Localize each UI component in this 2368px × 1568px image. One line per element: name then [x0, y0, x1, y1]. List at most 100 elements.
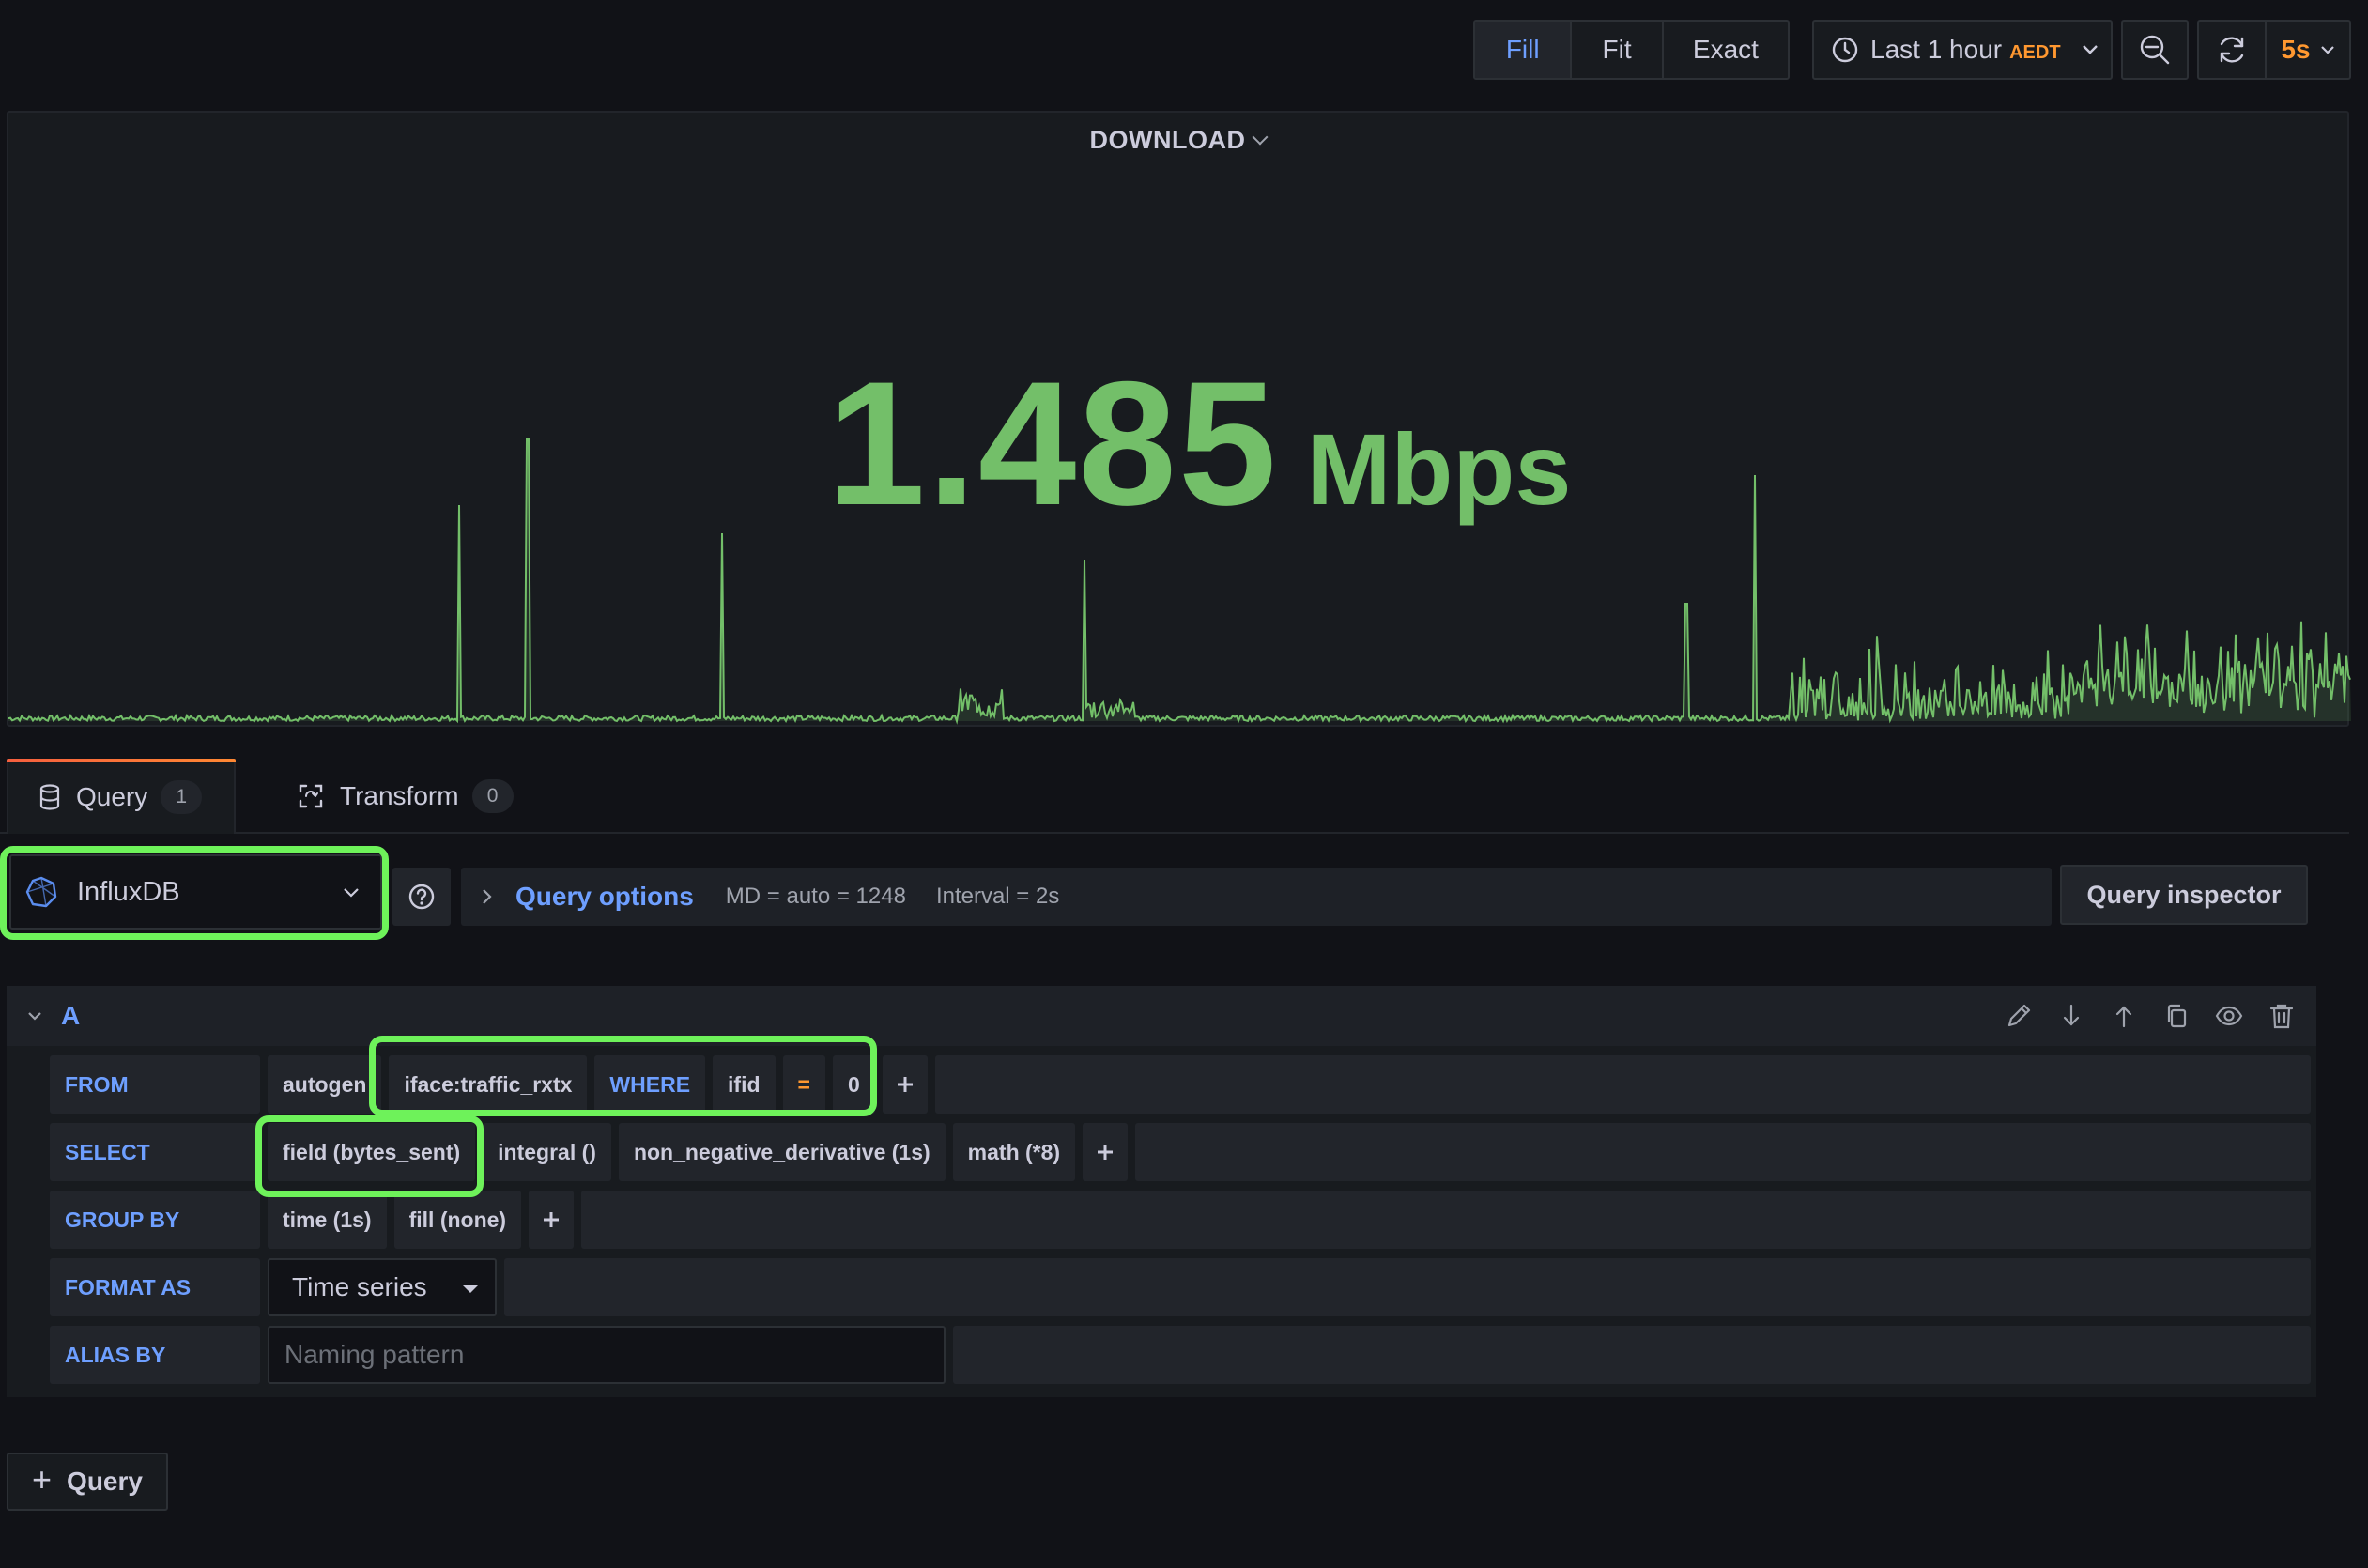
- stat-value: 1.485 Mbps: [827, 355, 1571, 531]
- from-label: FROM: [50, 1055, 260, 1114]
- add-query-button[interactable]: + Query: [7, 1453, 168, 1511]
- delete-query-button[interactable]: [2266, 1000, 2298, 1032]
- alias-by-label: ALIAS BY: [50, 1326, 260, 1384]
- add-query-label: Query: [67, 1467, 143, 1496]
- chevron-down-icon: [2320, 45, 2335, 54]
- dashboard-toolbar: Fill Fit Exact Last 1 hour AEDT 5s: [0, 0, 2368, 103]
- database-icon: [38, 784, 61, 810]
- query-options-title: Query options: [515, 882, 694, 911]
- zoom-out-button[interactable]: [2121, 20, 2189, 80]
- collapse-query-toggle[interactable]: [27, 1011, 42, 1021]
- plus-icon: [1098, 1145, 1114, 1160]
- group-by-time-segment[interactable]: time (1s): [268, 1191, 387, 1249]
- zoom-out-icon: [2139, 34, 2171, 66]
- retention-policy-segment[interactable]: autogen: [268, 1055, 382, 1114]
- select-math-segment[interactable]: math (*8): [952, 1123, 1076, 1181]
- refresh-interval-value: 5s: [2281, 35, 2311, 64]
- group-by-fill-segment[interactable]: fill (none): [393, 1191, 522, 1249]
- refresh-button[interactable]: [2199, 22, 2267, 78]
- fit-button[interactable]: Fit: [1572, 22, 1664, 78]
- format-as-label: FORMAT AS: [50, 1258, 260, 1316]
- datasource-picker[interactable]: InfluxDB: [9, 854, 382, 930]
- stat-panel: DOWNLOAD 1.485 Mbps: [7, 111, 2351, 727]
- stat-number: 1.485: [827, 345, 1279, 542]
- datasource-name: InfluxDB: [77, 876, 180, 907]
- fit-mode-group: Fill Fit Exact: [1473, 20, 1790, 80]
- add-group-by-button[interactable]: [529, 1191, 575, 1249]
- add-select-button[interactable]: [1083, 1123, 1129, 1181]
- format-as-value: Time series: [292, 1272, 427, 1301]
- refresh-icon: [2216, 34, 2248, 66]
- group-by-row-filler: [581, 1191, 2311, 1249]
- move-query-up-button[interactable]: [2108, 1000, 2140, 1032]
- group-by-row: GROUP BY time (1s) fill (none): [50, 1191, 2311, 1249]
- select-field-segment[interactable]: field (bytes_sent): [268, 1123, 476, 1181]
- query-inspector-button[interactable]: Query inspector: [2060, 865, 2308, 925]
- refresh-interval-dropdown[interactable]: 5s: [2267, 35, 2349, 65]
- measurement-segment[interactable]: iface:traffic_rxtx: [389, 1055, 588, 1114]
- chevron-down-icon: [343, 887, 360, 899]
- pencil-icon: [2007, 1004, 2031, 1027]
- format-as-row: FORMAT AS Time series: [50, 1258, 2311, 1316]
- eye-icon: [2215, 1006, 2243, 1026]
- stat-unit: Mbps: [1306, 412, 1572, 526]
- chevron-down-icon: [27, 1011, 42, 1021]
- query-ref-id[interactable]: A: [61, 1001, 80, 1031]
- alias-by-input[interactable]: [268, 1326, 946, 1384]
- select-integral-segment[interactable]: integral (): [483, 1123, 611, 1181]
- trash-icon: [2269, 1004, 2294, 1029]
- plus-icon: [897, 1077, 913, 1092]
- group-by-label: GROUP BY: [50, 1191, 260, 1249]
- plus-icon: [544, 1212, 560, 1227]
- plus-icon: +: [32, 1460, 53, 1499]
- copy-icon: [2167, 1004, 2187, 1028]
- query-editor: FROM autogen iface:traffic_rxtx WHERE if…: [7, 1046, 2316, 1397]
- exact-button[interactable]: Exact: [1664, 22, 1788, 78]
- select-derivative-segment[interactable]: non_negative_derivative (1s): [618, 1123, 946, 1181]
- time-range-picker[interactable]: Last 1 hour AEDT: [1812, 20, 2113, 80]
- query-options-max-data-points: MD = auto = 1248: [725, 884, 906, 909]
- chevron-down-icon: [2082, 44, 2099, 55]
- datasource-help-button[interactable]: [392, 868, 451, 926]
- query-tabs: Query 1 Transform 0: [0, 757, 2349, 834]
- select-row: SELECT field (bytes_sent) integral () no…: [50, 1123, 2311, 1181]
- where-value-segment[interactable]: 0: [832, 1055, 875, 1114]
- clock-icon: [1831, 36, 1859, 64]
- caret-down-icon: [463, 1285, 478, 1293]
- tab-query-label: Query: [76, 782, 148, 811]
- move-query-down-button[interactable]: [2055, 1000, 2087, 1032]
- from-row: FROM autogen iface:traffic_rxtx WHERE if…: [50, 1055, 2311, 1114]
- influxdb-icon: [24, 875, 58, 909]
- question-circle-icon: [407, 883, 436, 911]
- edit-query-button[interactable]: [2003, 1000, 2035, 1032]
- tab-transform-label: Transform: [340, 781, 459, 810]
- transform-icon: [297, 782, 325, 810]
- tab-transform-count: 0: [471, 779, 514, 813]
- refresh-picker: 5s: [2197, 20, 2351, 80]
- format-as-select[interactable]: Time series: [268, 1258, 497, 1316]
- select-label: SELECT: [50, 1123, 260, 1181]
- from-row-filler: [934, 1055, 2311, 1114]
- chevron-right-icon: [482, 888, 493, 905]
- tab-query[interactable]: Query 1: [7, 759, 236, 834]
- time-range-label: Last 1 hour: [1870, 35, 2003, 64]
- query-actions: [2003, 986, 2298, 1046]
- fill-button[interactable]: Fill: [1475, 22, 1573, 78]
- where-tag-segment[interactable]: ifid: [713, 1055, 776, 1114]
- arrow-up-icon: [2115, 1006, 2132, 1028]
- tab-transform[interactable]: Transform 0: [297, 759, 541, 834]
- query-options-interval: Interval = 2s: [935, 884, 1060, 909]
- select-row-filler: [1135, 1123, 2311, 1181]
- alias-by-row: ALIAS BY: [50, 1326, 2311, 1384]
- tab-query-count: 1: [161, 780, 203, 814]
- add-where-button[interactable]: [882, 1055, 928, 1114]
- toggle-query-visibility-button[interactable]: [2213, 1000, 2245, 1032]
- alias-by-row-filler: [953, 1326, 2311, 1384]
- timezone-label: AEDT: [2009, 41, 2061, 63]
- where-operator-segment[interactable]: =: [782, 1055, 825, 1114]
- arrow-down-icon: [2063, 1004, 2080, 1026]
- query-options-toggle[interactable]: Query options MD = auto = 1248 Interval …: [461, 868, 2052, 926]
- duplicate-query-button[interactable]: [2160, 1000, 2192, 1032]
- query-row-header: A: [7, 986, 2316, 1046]
- format-as-row-filler: [504, 1258, 2311, 1316]
